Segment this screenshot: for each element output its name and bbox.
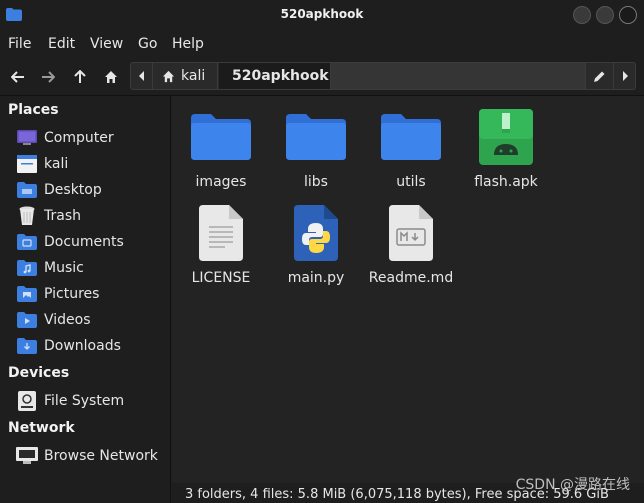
sidebar-item-label: Pictures: [44, 286, 100, 302]
menu-view[interactable]: View: [90, 36, 123, 52]
android-package-icon: [458, 106, 554, 168]
sidebar-item-label: kali: [44, 156, 69, 172]
file-item-utils[interactable]: utils: [363, 106, 459, 190]
sidebar-item-downloads[interactable]: Downloads: [16, 334, 166, 358]
sidebar-item-label: Trash: [44, 208, 81, 224]
menu-edit[interactable]: Edit: [48, 36, 75, 52]
sidebar-item-desktop[interactable]: Desktop: [16, 178, 166, 202]
forward-button[interactable]: [35, 65, 61, 89]
folder-icon: [268, 106, 364, 168]
breadcrumb-home-label: kali: [181, 68, 206, 84]
sidebar-item-label: Computer: [44, 130, 114, 146]
trash-icon: [16, 206, 38, 226]
sidebar-item-music[interactable]: Music: [16, 256, 166, 280]
sidebar: Places Computer kali Desktop Trash Docum…: [0, 96, 171, 503]
file-name: LICENSE: [191, 270, 251, 286]
menu-bar: File Edit View Go Help: [0, 30, 644, 58]
up-arrow-icon: [74, 70, 86, 83]
minimize-button[interactable]: [573, 6, 591, 24]
maximize-button[interactable]: [596, 6, 614, 24]
menu-help[interactable]: Help: [172, 36, 204, 52]
computer-icon: [16, 128, 38, 148]
file-item-license[interactable]: LICENSE: [173, 202, 269, 286]
sidebar-item-label: Desktop: [44, 182, 102, 198]
sidebar-item-trash[interactable]: Trash: [16, 204, 166, 228]
pencil-icon: [594, 71, 605, 82]
sidebar-item-computer[interactable]: Computer: [16, 126, 166, 150]
sidebar-item-label: File System: [44, 393, 125, 409]
path-scroll-right-button[interactable]: [613, 63, 635, 89]
file-item-libs[interactable]: libs: [268, 106, 364, 190]
home-icon: [105, 71, 117, 83]
places-heading: Places: [8, 102, 59, 118]
drive-icon: [16, 391, 38, 411]
file-item-flash-apk[interactable]: flash.apk: [458, 106, 554, 190]
path-scroll-left-button[interactable]: [131, 63, 153, 89]
markdown-file-icon: [363, 202, 459, 264]
folder-icon: [173, 106, 269, 168]
menu-go[interactable]: Go: [138, 36, 157, 52]
text-file-icon: [173, 202, 269, 264]
sidebar-item-videos[interactable]: Videos: [16, 308, 166, 332]
documents-icon: [16, 232, 38, 252]
chevron-left-icon: [138, 71, 144, 81]
sidebar-item-pictures[interactable]: Pictures: [16, 282, 166, 306]
desktop-icon: [16, 180, 38, 200]
home-button[interactable]: [98, 65, 124, 89]
videos-icon: [16, 310, 38, 330]
file-item-images[interactable]: images: [173, 106, 269, 190]
file-name: main.py: [287, 270, 345, 286]
sidebar-item-label: Downloads: [44, 338, 121, 354]
sidebar-item-documents[interactable]: Documents: [16, 230, 166, 254]
file-name: libs: [304, 174, 328, 190]
sidebar-item-label: Music: [44, 260, 84, 276]
file-name: images: [195, 174, 247, 190]
back-button[interactable]: [5, 65, 31, 89]
sidebar-item-label: Documents: [44, 234, 124, 250]
devices-heading: Devices: [8, 365, 70, 381]
sidebar-item-label: Videos: [44, 312, 91, 328]
breadcrumb-current[interactable]: 520apkhook: [219, 63, 331, 89]
python-file-icon: [268, 202, 364, 264]
watermark: CSDN @漫路在线: [515, 477, 630, 493]
menu-file[interactable]: File: [8, 36, 31, 52]
sidebar-item-file-system[interactable]: File System: [16, 389, 166, 413]
file-item-main-py[interactable]: main.py: [268, 202, 364, 286]
sidebar-item-label: Browse Network: [44, 448, 158, 464]
forward-arrow-icon: [42, 71, 55, 83]
sidebar-item-kali[interactable]: kali: [16, 152, 166, 176]
file-name: flash.apk: [474, 174, 538, 190]
sidebar-item-browse-network[interactable]: Browse Network: [16, 444, 166, 468]
file-name: utils: [396, 174, 426, 190]
music-icon: [16, 258, 38, 278]
network-heading: Network: [8, 420, 75, 436]
breadcrumb-home[interactable]: kali: [154, 63, 218, 89]
back-arrow-icon: [11, 71, 24, 83]
title-bar: 520apkhook: [0, 0, 644, 30]
file-name: Readme.md: [368, 270, 454, 286]
downloads-icon: [16, 336, 38, 356]
path-bar: kali 520apkhook: [130, 62, 636, 90]
home-icon: [162, 70, 175, 82]
breadcrumb-current-label: 520apkhook: [232, 68, 329, 84]
home-folder-icon: [16, 154, 38, 174]
close-button[interactable]: [619, 6, 637, 24]
file-item-readme-md[interactable]: Readme.md: [363, 202, 459, 286]
network-icon: [16, 446, 38, 466]
window-title: 520apkhook: [280, 7, 364, 21]
file-view: images libs utils flash.apk LICENSE main…: [172, 96, 644, 483]
edit-path-button[interactable]: [585, 63, 613, 89]
chevron-right-icon: [622, 71, 628, 81]
toolbar: kali 520apkhook: [0, 58, 644, 96]
pictures-icon: [16, 284, 38, 304]
up-button[interactable]: [67, 65, 93, 89]
path-entry-area[interactable]: [331, 63, 585, 89]
folder-icon: [363, 106, 459, 168]
